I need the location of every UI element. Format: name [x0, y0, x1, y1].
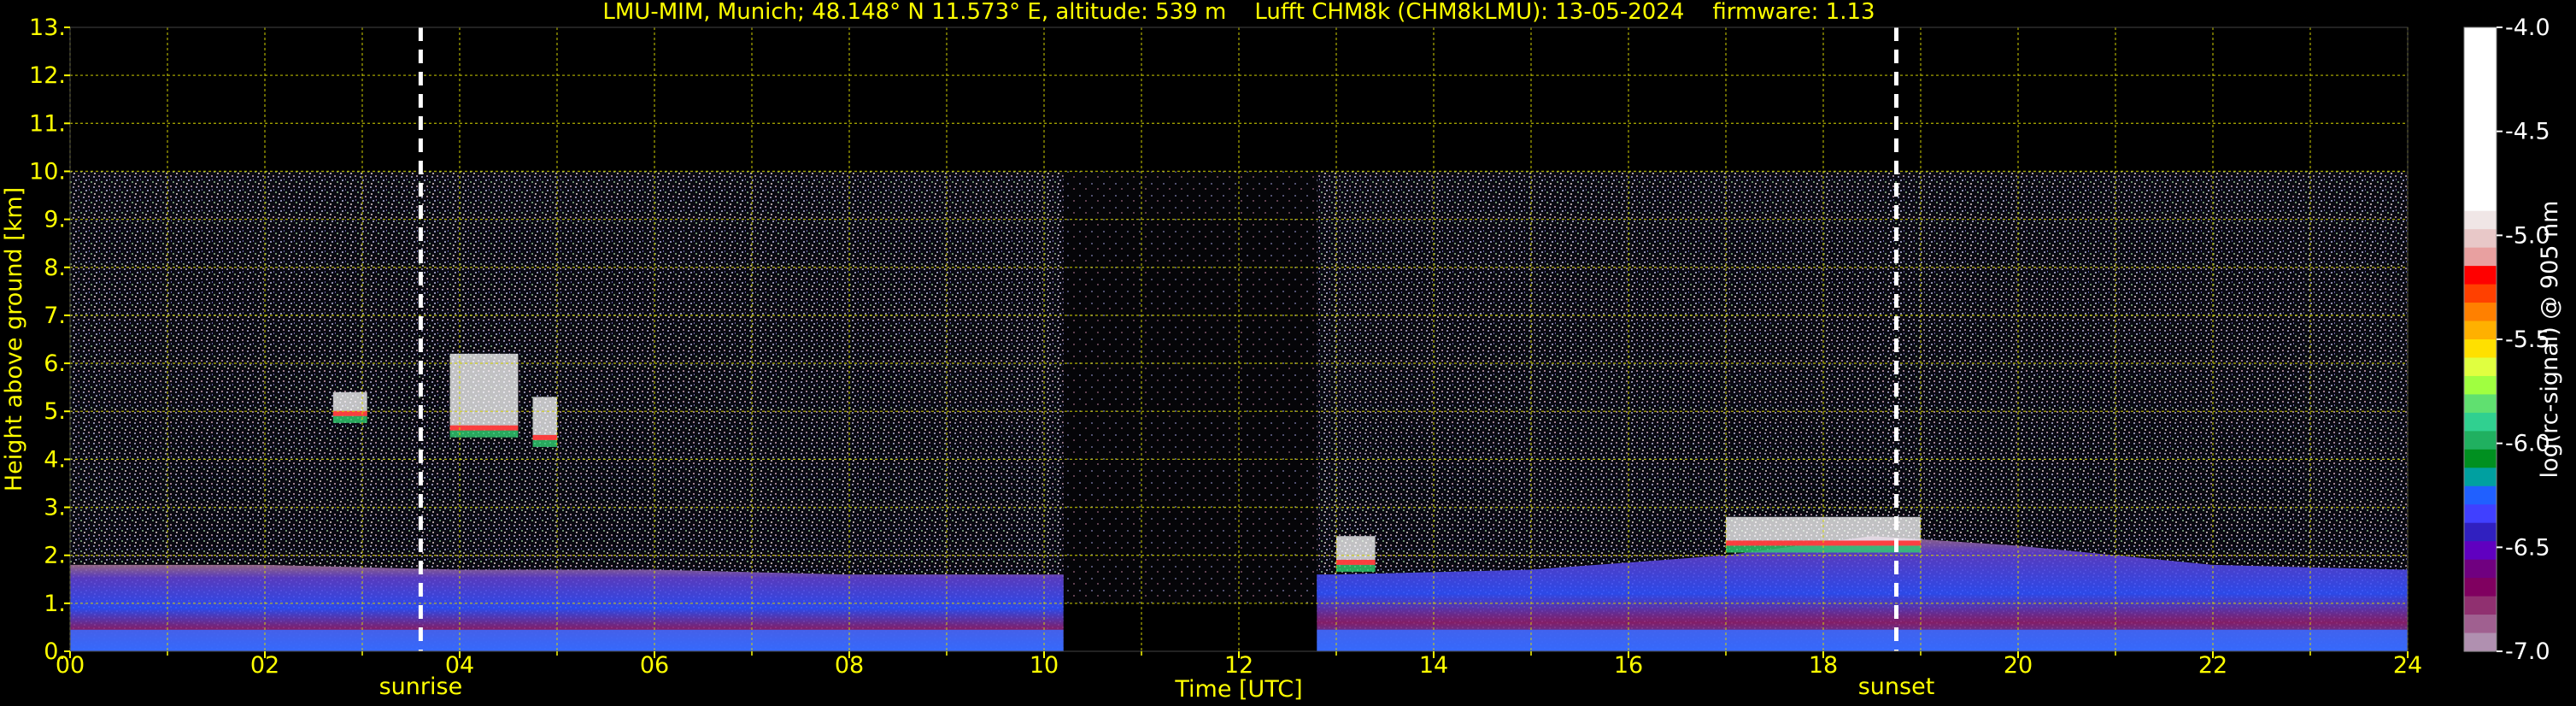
colorbar-tick-label: -6.5 — [2505, 534, 2550, 561]
colorbar-segment — [2464, 82, 2497, 102]
x-tick-label: 14 — [1419, 652, 1448, 679]
y-tick-label: 2. — [44, 543, 66, 569]
y-tick-label: 3. — [44, 495, 66, 521]
x-tick-label: 22 — [2198, 652, 2227, 679]
cloud-base — [1336, 564, 1376, 572]
colorbar-segment — [2464, 357, 2497, 377]
y-axis: 0. 1. 2. 3. 4. 5. 6. 7. 8. 9. 10. 11. 12. 13. — [29, 15, 70, 665]
x-tick-label: 18 — [1809, 652, 1838, 679]
surface-layer-left — [70, 629, 1064, 651]
y-tick-label: 10. — [29, 158, 66, 185]
colorbar-segment — [2464, 100, 2497, 120]
colorbar-segment — [2464, 27, 2497, 47]
colorbar-segment — [2464, 468, 2497, 487]
y-tick-label: 9. — [44, 207, 66, 233]
colorbar-segment — [2464, 339, 2497, 359]
colorbar-segment — [2464, 210, 2497, 230]
data-gap — [1063, 603, 1317, 651]
colorbar-segment — [2464, 504, 2497, 524]
colorbar-segment — [2464, 321, 2497, 340]
ceilometer-chart: LMU-MIM, Munich; 48.148° N 11.573° E, al… — [1, 0, 2563, 703]
x-tick-label: 12 — [1224, 652, 1253, 679]
x-tick-label: 24 — [2393, 652, 2422, 679]
colorbar-segment — [2464, 578, 2497, 597]
colorbar-segment — [2464, 119, 2497, 138]
y-tick-label: 12. — [29, 62, 66, 89]
y-tick-label: 6. — [44, 350, 66, 377]
colorbar-segment — [2464, 394, 2497, 414]
colorbar-segment — [2464, 156, 2497, 175]
colorbar — [2463, 26, 2497, 652]
chart-title: LMU-MIM, Munich; 48.148° N 11.573° E, al… — [602, 0, 1875, 25]
cloud-edge — [532, 434, 557, 440]
y-tick-label: 5. — [44, 398, 66, 425]
cloud-core — [532, 397, 557, 440]
colorbar-segment — [2464, 247, 2497, 267]
colorbar-segment — [2464, 559, 2497, 579]
y-axis-label: Height above ground [km] — [1, 187, 27, 491]
x-tick-label: 06 — [640, 652, 669, 679]
x-tick-label: 02 — [250, 652, 279, 679]
colorbar-segment — [2464, 192, 2497, 212]
colorbar-segment — [2464, 541, 2497, 561]
y-tick-label: 8. — [44, 255, 66, 281]
colorbar-label: log(rc-signal) @ 905 nm — [2537, 201, 2563, 479]
noise-field-gap — [1063, 171, 1317, 603]
cloud-patch — [1336, 536, 1376, 572]
x-tick-label: 20 — [2004, 652, 2033, 679]
colorbar-segment — [2464, 412, 2497, 432]
x-tick-label: 16 — [1614, 652, 1643, 679]
colorbar-tick-label: -7.0 — [2505, 638, 2550, 665]
colorbar-segment — [2464, 284, 2497, 303]
cloud-base — [532, 439, 557, 447]
colorbar-segment — [2464, 485, 2497, 505]
colorbar-segment — [2464, 45, 2497, 65]
x-tick-label: 10 — [1030, 652, 1059, 679]
colorbar-tick-label: -4.0 — [2505, 15, 2550, 41]
colorbar-segment — [2464, 266, 2497, 285]
colorbar-segment — [2464, 63, 2497, 84]
colorbar-segment — [2464, 303, 2497, 322]
colorbar-segment — [2464, 174, 2497, 193]
colorbar-segment — [2464, 229, 2497, 249]
cloud-patch — [532, 397, 557, 447]
colorbar-segment — [2464, 596, 2497, 615]
y-tick-label: 7. — [44, 303, 66, 329]
colorbar-segment — [2464, 632, 2497, 652]
y-tick-label: 13. — [29, 15, 66, 41]
x-axis-label: Time [UTC] — [1174, 676, 1302, 703]
y-tick-label: 4. — [44, 446, 66, 473]
colorbar-segment — [2464, 615, 2497, 634]
surface-layer-right — [1317, 629, 2408, 651]
colorbar-segment — [2464, 431, 2497, 450]
colorbar-segment — [2464, 449, 2497, 468]
sunrise-label: sunrise — [379, 674, 463, 700]
colorbar-tick-label: -4.5 — [2505, 119, 2550, 145]
colorbar-segment — [2464, 375, 2497, 396]
sunset-label: sunset — [1858, 674, 1935, 700]
x-tick-label: 08 — [835, 652, 864, 679]
y-tick-label: 1. — [44, 591, 66, 617]
colorbar-segment — [2464, 522, 2497, 542]
y-tick-label: 0. — [44, 638, 66, 665]
cloud-edge — [1336, 559, 1376, 565]
y-tick-label: 11. — [29, 110, 66, 137]
colorbar-segment — [2464, 137, 2497, 156]
